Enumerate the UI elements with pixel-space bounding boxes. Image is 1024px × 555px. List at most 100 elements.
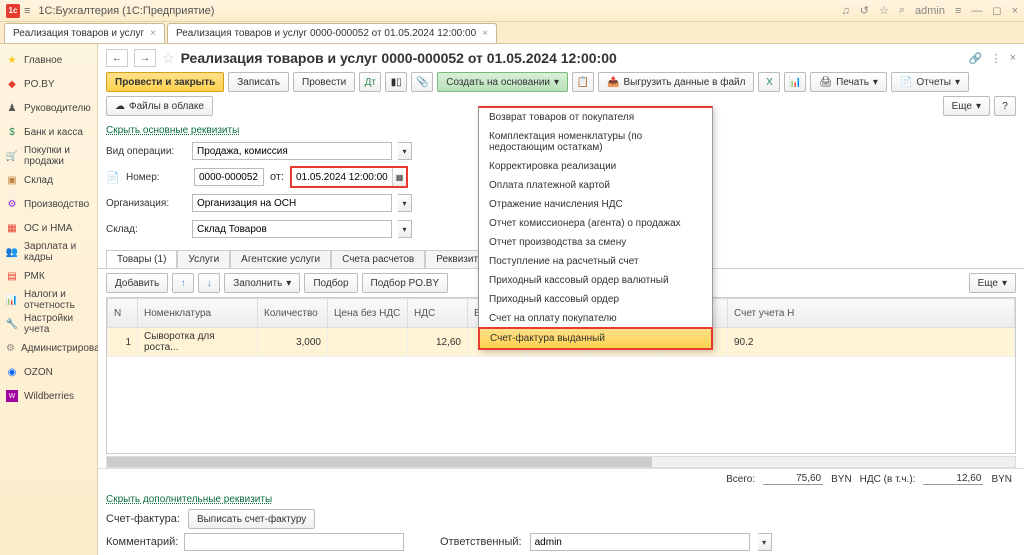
- minimize-icon[interactable]: —: [971, 5, 982, 17]
- nav-forward-button[interactable]: →: [134, 49, 156, 67]
- create-based-button[interactable]: Создать на основании ▾: [437, 72, 568, 92]
- scroll-thumb[interactable]: [107, 457, 652, 467]
- grid-more-button[interactable]: Еще ▾: [969, 273, 1016, 293]
- pick-poby-button[interactable]: Подбор PO.BY: [362, 273, 449, 293]
- number-field[interactable]: [194, 168, 264, 186]
- sidebar-item-warehouse[interactable]: ▣Склад: [0, 168, 97, 192]
- menu-item[interactable]: Возврат товаров от покупателя: [479, 108, 712, 127]
- bell-icon[interactable]: ♫: [842, 5, 850, 17]
- cell-acct2[interactable]: 90.2: [728, 328, 1015, 357]
- menu-item[interactable]: Оплата платежной картой: [479, 176, 712, 195]
- tab-services[interactable]: Услуги: [177, 250, 230, 268]
- menu-item[interactable]: Корректировка реализации: [479, 157, 712, 176]
- menu-item-invoice-issued[interactable]: Счет-фактура выданный: [478, 327, 713, 350]
- search-icon[interactable]: ⌕: [899, 4, 905, 17]
- favorite-icon[interactable]: ☆: [879, 4, 889, 17]
- dropdown-icon[interactable]: ▾: [398, 220, 412, 238]
- sidebar-item-taxes[interactable]: 📊Налоги и отчетность: [0, 288, 97, 312]
- tab-accounts[interactable]: Счета расчетов: [331, 250, 425, 268]
- save-button[interactable]: Записать: [228, 72, 289, 92]
- sidebar-item-bank[interactable]: $Банк и касса: [0, 120, 97, 144]
- close-panel-icon[interactable]: ×: [1010, 52, 1016, 65]
- cell-n[interactable]: 1: [108, 328, 138, 357]
- nav-back-button[interactable]: ←: [106, 49, 128, 67]
- maximize-icon[interactable]: ◻: [992, 4, 1001, 17]
- sidebar-item-assets[interactable]: ▦ОС и НМА: [0, 216, 97, 240]
- cell-qty[interactable]: 3,000: [258, 328, 328, 357]
- sidebar-item-wb[interactable]: WWildberries: [0, 384, 97, 408]
- hamburger-icon[interactable]: ≡: [24, 5, 30, 17]
- history-icon[interactable]: ↺: [860, 4, 869, 17]
- print-button[interactable]: 🖨Печать ▾: [810, 72, 887, 92]
- move-up-button[interactable]: ↑: [172, 273, 194, 293]
- more-icon[interactable]: ⋮: [991, 52, 1002, 65]
- sidebar-item-rmk[interactable]: ▤РМК: [0, 264, 97, 288]
- cell-nom[interactable]: Сыворотка для роста...: [138, 328, 258, 357]
- close-icon[interactable]: ×: [1012, 5, 1018, 17]
- resp-field[interactable]: [530, 533, 750, 551]
- post-and-close-button[interactable]: Провести и закрыть: [106, 72, 224, 92]
- col-price[interactable]: Цена без НДС: [328, 299, 408, 328]
- dropdown-icon[interactable]: ▾: [758, 533, 772, 551]
- settings-icon[interactable]: ≡: [955, 5, 961, 17]
- date-field[interactable]: [292, 168, 392, 186]
- tab-close-icon[interactable]: ×: [150, 28, 156, 39]
- sidebar-item-manager[interactable]: ♟Руководителю: [0, 96, 97, 120]
- write-invoice-button[interactable]: Выписать счет-фактуру: [188, 509, 315, 529]
- col-qty[interactable]: Количество: [258, 299, 328, 328]
- sidebar-item-admin[interactable]: ⚙Администрирование: [0, 336, 97, 360]
- action2-button[interactable]: 📊: [784, 72, 806, 92]
- comment-field[interactable]: [184, 533, 404, 551]
- more-button[interactable]: Еще ▾: [943, 96, 990, 116]
- col-vat[interactable]: НДС: [408, 299, 468, 328]
- org-field[interactable]: [192, 194, 392, 212]
- calendar-icon[interactable]: ▦: [392, 168, 406, 186]
- tab-agent[interactable]: Агентские услуги: [230, 250, 331, 268]
- sidebar-item-sales[interactable]: 🛒Покупки и продажи: [0, 144, 97, 168]
- col-nom[interactable]: Номенклатура: [138, 299, 258, 328]
- barcode-button[interactable]: ▮▯: [385, 72, 407, 92]
- link-icon[interactable]: 🔗: [969, 52, 983, 65]
- tab-item[interactable]: Реализация товаров и услуг 0000-000052 о…: [167, 23, 497, 43]
- excel-button[interactable]: X: [758, 72, 780, 92]
- dt-kt-button[interactable]: Дт: [359, 72, 381, 92]
- menu-item[interactable]: Приходный кассовый ордер валютный: [479, 271, 712, 290]
- cell-vat[interactable]: 12,60: [408, 328, 468, 357]
- favorite-star-icon[interactable]: ☆: [162, 50, 175, 67]
- warehouse-field[interactable]: [192, 220, 392, 238]
- files-button[interactable]: ☁Файлы в облаке: [106, 96, 213, 116]
- hide-details-link[interactable]: Скрыть основные реквизиты: [106, 125, 239, 136]
- attach-button[interactable]: 📎: [411, 72, 433, 92]
- menu-item[interactable]: Комплектация номенклатуры (по недостающи…: [479, 127, 712, 157]
- reports-button[interactable]: 📄Отчеты ▾: [891, 72, 969, 92]
- menu-item[interactable]: Приходный кассовый ордер: [479, 290, 712, 309]
- sidebar-item-ozon[interactable]: ◉OZON: [0, 360, 97, 384]
- col-acct2[interactable]: Счет учета Н: [728, 299, 1015, 328]
- sidebar-item-hr[interactable]: 👥Зарплата и кадры: [0, 240, 97, 264]
- add-row-button[interactable]: Добавить: [106, 273, 168, 293]
- menu-item[interactable]: Отчет комиссионера (агента) о продажах: [479, 214, 712, 233]
- menu-item[interactable]: Поступление на расчетный счет: [479, 252, 712, 271]
- sidebar-item-main[interactable]: ★Главное: [0, 48, 97, 72]
- menu-item[interactable]: Счет на оплату покупателю: [479, 309, 712, 328]
- hide-extra-link[interactable]: Скрыть дополнительные реквизиты: [106, 494, 272, 505]
- post-button[interactable]: Провести: [293, 72, 355, 92]
- horizontal-scrollbar[interactable]: [106, 456, 1016, 468]
- pick-button[interactable]: Подбор: [304, 273, 357, 293]
- export-button[interactable]: 📤Выгрузить данные в файл: [598, 72, 754, 92]
- move-down-button[interactable]: ↓: [198, 273, 220, 293]
- dropdown-icon[interactable]: ▾: [398, 194, 412, 212]
- operation-field[interactable]: [192, 142, 392, 160]
- menu-item[interactable]: Отражение начисления НДС: [479, 195, 712, 214]
- user-label[interactable]: admin: [915, 5, 945, 17]
- menu-item[interactable]: Отчет производства за смену: [479, 233, 712, 252]
- tab-close-icon[interactable]: ×: [482, 28, 488, 39]
- sidebar-item-poby[interactable]: ◆PO.BY: [0, 72, 97, 96]
- help-button[interactable]: ?: [994, 96, 1016, 116]
- tab-item[interactable]: Реализация товаров и услуг×: [4, 23, 165, 43]
- action1-button[interactable]: 📋: [572, 72, 594, 92]
- sidebar-item-settings[interactable]: 🔧Настройки учета: [0, 312, 97, 336]
- dropdown-icon[interactable]: ▾: [398, 142, 412, 160]
- sidebar-item-production[interactable]: ⚙Производство: [0, 192, 97, 216]
- col-n[interactable]: N: [108, 299, 138, 328]
